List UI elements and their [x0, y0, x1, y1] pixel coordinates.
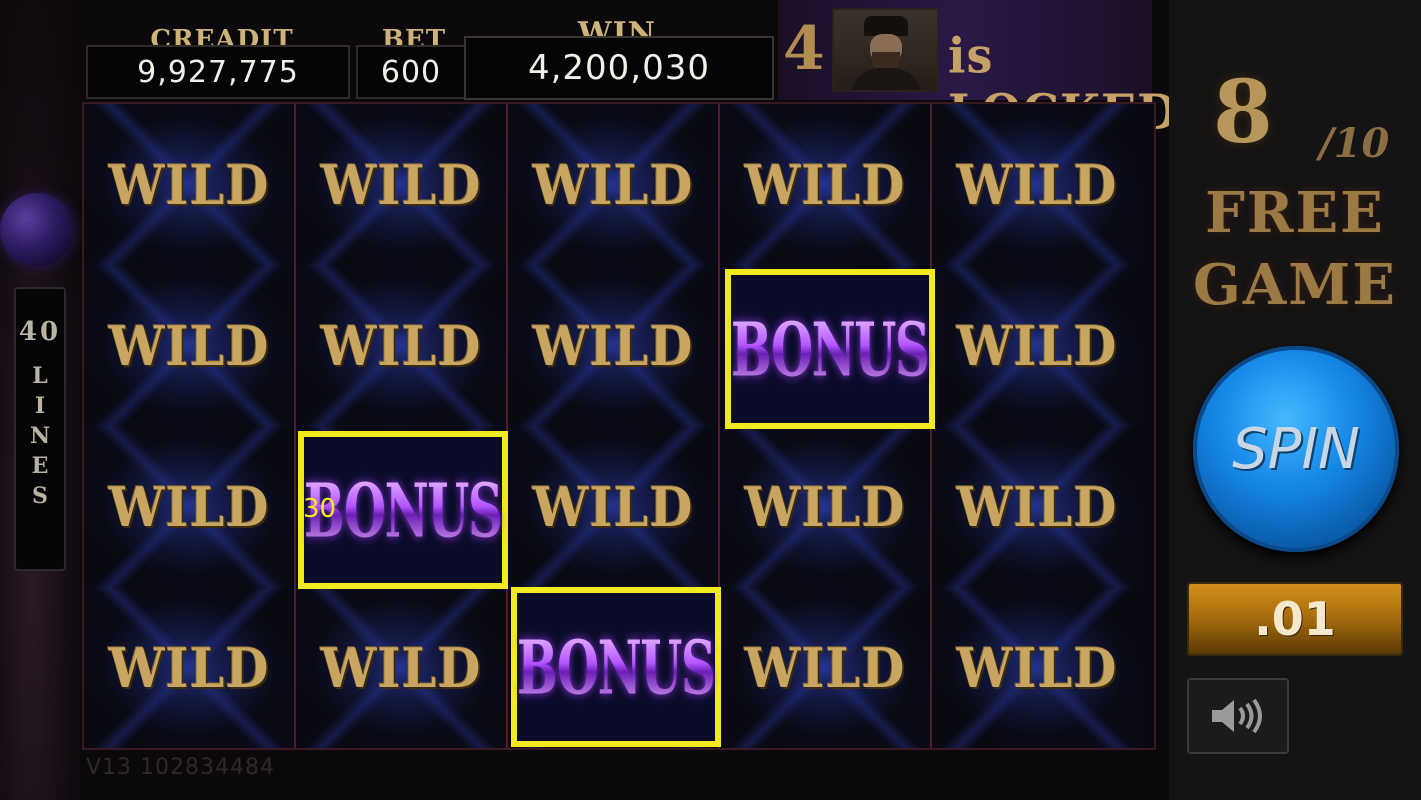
reel-column: WILD WILD WILD — [296, 104, 508, 748]
lines-count: 40 — [18, 317, 62, 347]
lines-letter: N — [29, 423, 51, 449]
lines-letter: I — [34, 393, 46, 419]
reel-cell: WILD — [932, 587, 1142, 748]
reel-cell: WILD — [932, 426, 1142, 587]
wild-symbol: WILD — [532, 313, 694, 378]
bonus-symbol-highlight: BONUS — [511, 587, 721, 747]
lines-label: L I N E S — [30, 361, 50, 511]
wild-symbol: WILD — [956, 635, 1118, 700]
locked-banner: 4 is LOCKED! — [778, 0, 1198, 141]
free-game-current: 8 — [1213, 62, 1273, 163]
orb-icon — [0, 193, 74, 267]
credit-display: 9,927,775 — [86, 45, 350, 99]
wild-symbol: WILD — [108, 474, 270, 539]
reel-column: WILD WILD WILD WILD — [84, 104, 296, 748]
free-label: FREE — [1205, 180, 1385, 246]
reel-cell: WILD — [720, 426, 930, 587]
lines-letter: E — [31, 453, 49, 479]
lines-indicator: 40 L I N E S — [14, 287, 66, 571]
win-display: 4,200,030 — [464, 36, 774, 100]
wild-symbol: WILD — [956, 152, 1118, 217]
wild-symbol: WILD — [108, 635, 270, 700]
reel-column: WILD WILD WILD WILD — [932, 104, 1142, 748]
reel-cell: WILD — [84, 265, 294, 426]
wild-symbol: WILD — [956, 313, 1118, 378]
wild-symbol: WILD — [744, 152, 906, 217]
free-game-total: /10 — [1319, 120, 1390, 167]
wild-symbol: WILD — [744, 635, 906, 700]
reel-cell: WILD — [720, 587, 930, 748]
reel-cell: WILD — [508, 104, 718, 265]
game-label: GAME — [1193, 252, 1397, 318]
reel-cell: WILD — [84, 587, 294, 748]
wild-symbol: WILD — [108, 313, 270, 378]
bet-value: 600 — [380, 54, 442, 90]
speaker-icon — [1212, 698, 1262, 734]
wild-symbol: WILD — [956, 474, 1118, 539]
reel-cell: WILD — [296, 587, 506, 748]
spin-label: SPIN — [1232, 416, 1360, 482]
reel-cell: WILD — [296, 104, 506, 265]
reel-cell: WILD — [932, 265, 1142, 426]
win-value: 4,200,030 — [527, 48, 711, 88]
reel-cell: WILD — [84, 426, 294, 587]
reel-cell: WILD — [932, 104, 1142, 265]
locked-number: 4 — [783, 14, 825, 84]
line-payout-label: 30 — [303, 494, 337, 524]
credit-value: 9,927,775 — [137, 54, 299, 90]
wild-symbol: WILD — [320, 635, 482, 700]
reel-cell: WILD — [84, 104, 294, 265]
wild-symbol: WILD — [744, 474, 906, 539]
sound-toggle-button[interactable] — [1187, 678, 1289, 754]
bonus-symbol-highlight: BONUS — [725, 269, 935, 429]
right-control-panel: 8 /10 FREE GAME SPIN .01 — [1169, 0, 1421, 800]
wild-symbol: WILD — [532, 152, 694, 217]
wild-symbol: WILD — [108, 152, 270, 217]
left-rail: 40 L I N E S — [0, 0, 80, 800]
bonus-symbol: BONUS — [517, 623, 716, 711]
lines-letter: L — [32, 363, 48, 389]
denomination-value: .01 — [1254, 592, 1336, 646]
bonus-symbol: BONUS — [731, 305, 930, 393]
character-portrait-icon — [832, 8, 939, 92]
reel-cell: WILD — [508, 426, 718, 587]
lines-letter: S — [32, 483, 48, 509]
wild-symbol: WILD — [320, 313, 482, 378]
denomination-button[interactable]: .01 — [1187, 582, 1403, 656]
wild-symbol: WILD — [320, 152, 482, 217]
spin-button[interactable]: SPIN — [1193, 346, 1399, 552]
version-label: V13 102834484 — [86, 755, 276, 780]
wild-symbol: WILD — [532, 474, 694, 539]
bet-display: 600 — [356, 45, 466, 99]
reel-cell: WILD — [296, 265, 506, 426]
reel-cell: WILD — [508, 265, 718, 426]
reel-cell: WILD — [720, 104, 930, 265]
